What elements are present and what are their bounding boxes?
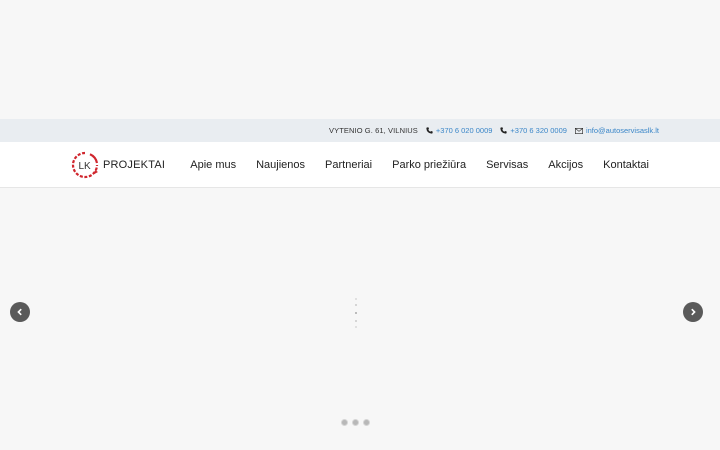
nav-item-akcijos[interactable]: Akcijos <box>548 159 583 171</box>
logo-mark: LK <box>71 151 99 179</box>
email-address: info@autoservisaslk.lt <box>585 126 659 135</box>
phone-icon <box>500 127 508 134</box>
nav-item-servisas[interactable]: Servisas <box>486 159 528 171</box>
nav-item-naujienos[interactable]: Naujienos <box>256 159 305 171</box>
nav-item-apie-mus[interactable]: Apie mus <box>190 159 236 171</box>
nav-item-kontaktai[interactable]: Kontaktai <box>603 159 649 171</box>
slider-prev-button[interactable] <box>10 302 30 322</box>
phone-number-1: +370 6 020 0009 <box>435 126 493 135</box>
page-top-blank <box>0 0 720 119</box>
envelope-icon <box>574 127 583 134</box>
phone-link-2[interactable]: +370 6 320 0009 <box>500 126 567 135</box>
hero-slider <box>0 188 720 450</box>
slider-pagination <box>341 419 374 426</box>
nav-item-partneriai[interactable]: Partneriai <box>325 159 372 171</box>
slider-dot-2[interactable] <box>352 419 359 426</box>
email-link[interactable]: info@autoservisaslk.lt <box>574 126 659 135</box>
main-navigation: Apie mus Naujienos Partneriai Parko prie… <box>170 142 649 187</box>
chevron-left-icon <box>17 308 22 316</box>
logo-mark-text: LK <box>79 161 92 172</box>
contact-bar: VYTENIO G. 61, VILNIUS +370 6 020 0009 +… <box>0 119 720 142</box>
phone-icon <box>426 127 433 134</box>
site-logo[interactable]: LK PROJEKTAI <box>70 150 165 180</box>
phone-link-1[interactable]: +370 6 020 0009 <box>426 126 493 135</box>
logo-text: PROJEKTAI <box>103 159 166 171</box>
loading-spinner <box>352 296 360 330</box>
address-text: VYTENIO G. 61, VILNIUS <box>329 126 418 135</box>
slider-next-button[interactable] <box>683 302 703 322</box>
chevron-right-icon <box>691 308 696 316</box>
phone-number-2: +370 6 320 0009 <box>510 126 567 135</box>
slider-dot-3[interactable] <box>363 419 370 426</box>
main-header: LK PROJEKTAI Apie mus Naujienos Partneri… <box>0 142 720 188</box>
slider-dot-1[interactable] <box>341 419 348 426</box>
nav-item-parko-prieziura[interactable]: Parko priežiūra <box>392 159 466 171</box>
